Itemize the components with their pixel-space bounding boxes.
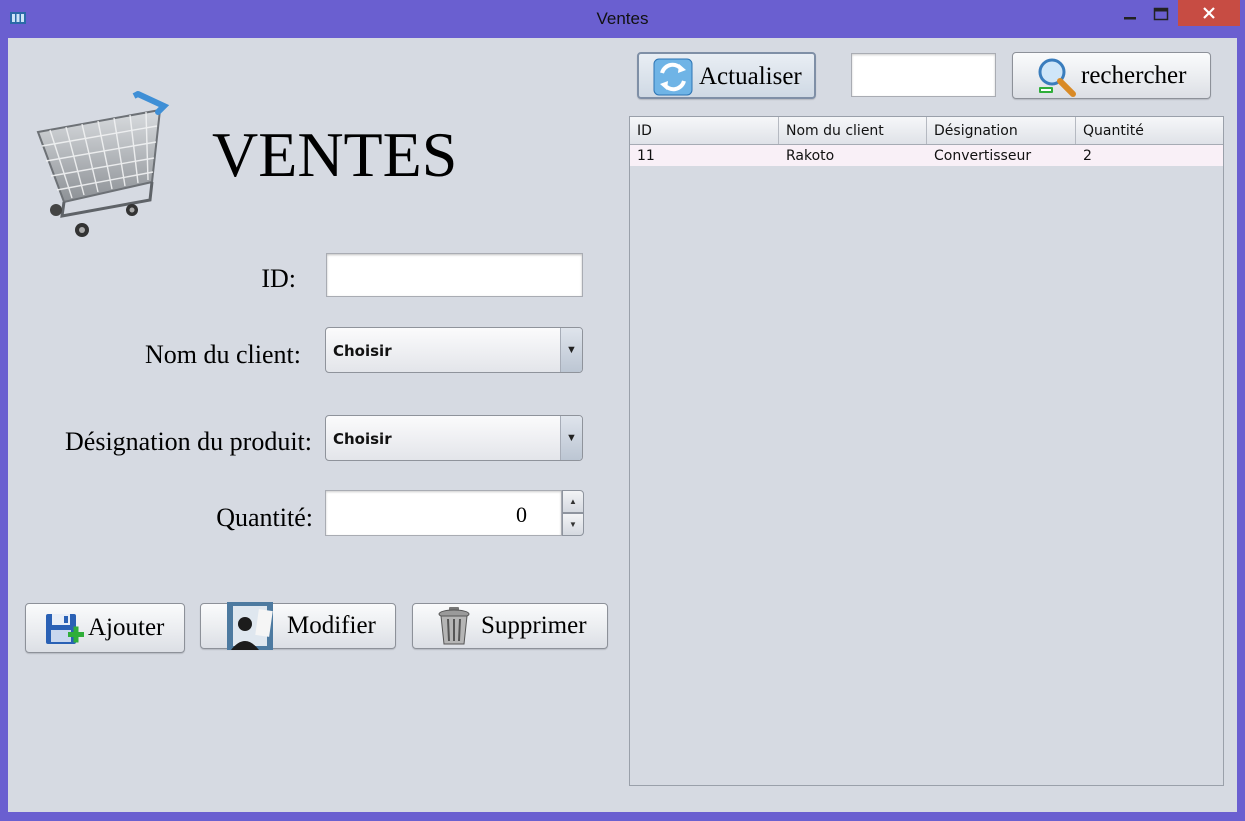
table-header: ID Nom du client Désignation Quantité [630, 117, 1223, 145]
spinner-up-button[interactable]: ▲ [562, 490, 584, 513]
maximize-button[interactable] [1144, 0, 1178, 28]
dropdown-arrow-icon[interactable]: ▼ [560, 328, 582, 372]
cell-client: Rakoto [786, 148, 835, 164]
shopping-cart-icon [36, 91, 170, 237]
search-button[interactable]: rechercher [1012, 52, 1211, 99]
client-select-value: Choisir [333, 342, 392, 360]
add-button[interactable]: Ajouter [25, 603, 185, 653]
minimize-icon [1124, 17, 1136, 20]
product-select-value: Choisir [333, 430, 392, 448]
product-label: Désignation du produit: [65, 427, 312, 456]
chevron-down-icon: ▼ [569, 520, 577, 529]
refresh-button[interactable]: Actualiser [637, 52, 816, 99]
quantity-value: 0 [516, 502, 527, 527]
search-button-label: rechercher [1081, 62, 1187, 89]
delete-button-label: Supprimer [481, 612, 587, 639]
quantity-stepper[interactable]: 0 ▲ ▼ [325, 490, 584, 536]
edit-button[interactable]: Modifier [200, 602, 396, 650]
product-select[interactable]: Choisir ▼ [325, 415, 583, 461]
id-field[interactable] [326, 253, 583, 297]
column-header-designation[interactable]: Désignation [927, 117, 1076, 144]
quantity-field[interactable]: 0 [325, 490, 562, 536]
cell-quantity: 2 [1083, 148, 1092, 164]
client-select[interactable]: Choisir ▼ [325, 327, 583, 373]
column-header-id[interactable]: ID [630, 117, 779, 144]
title-bar[interactable]: Ventes [0, 0, 1245, 38]
cell-id: 11 [637, 148, 655, 164]
trash-icon [438, 607, 470, 645]
chevron-up-icon: ▲ [569, 497, 577, 506]
table-row[interactable]: 11 Rakoto Convertisseur 2 [630, 145, 1223, 166]
delete-button[interactable]: Supprimer [412, 603, 608, 649]
window: Ventes VENTES ID: Nom du client: Choisir… [0, 0, 1245, 821]
maximize-icon [1153, 7, 1169, 21]
edit-button-label: Modifier [287, 612, 376, 639]
spinner-down-button[interactable]: ▼ [562, 513, 584, 536]
window-title: Ventes [596, 9, 649, 28]
column-header-quantity[interactable]: Quantité [1076, 117, 1223, 144]
search-icon [1038, 58, 1076, 97]
sales-table[interactable]: ID Nom du client Désignation Quantité 11… [629, 116, 1224, 786]
edit-person-icon [227, 602, 273, 650]
close-button[interactable] [1178, 0, 1240, 26]
search-input[interactable] [851, 53, 996, 97]
id-label: ID: [261, 264, 296, 293]
dropdown-arrow-icon[interactable]: ▼ [560, 416, 582, 460]
minimize-button[interactable] [1112, 0, 1148, 28]
cell-designation: Convertisseur [934, 148, 1032, 164]
close-icon [1203, 7, 1215, 19]
page-title: VENTES [212, 119, 458, 190]
refresh-icon [653, 58, 693, 96]
client-label: Nom du client: [145, 340, 301, 369]
column-header-client[interactable]: Nom du client [779, 117, 927, 144]
quantity-label: Quantité: [216, 503, 313, 532]
refresh-button-label: Actualiser [699, 63, 802, 90]
add-button-label: Ajouter [88, 614, 165, 641]
save-add-icon [46, 614, 84, 644]
